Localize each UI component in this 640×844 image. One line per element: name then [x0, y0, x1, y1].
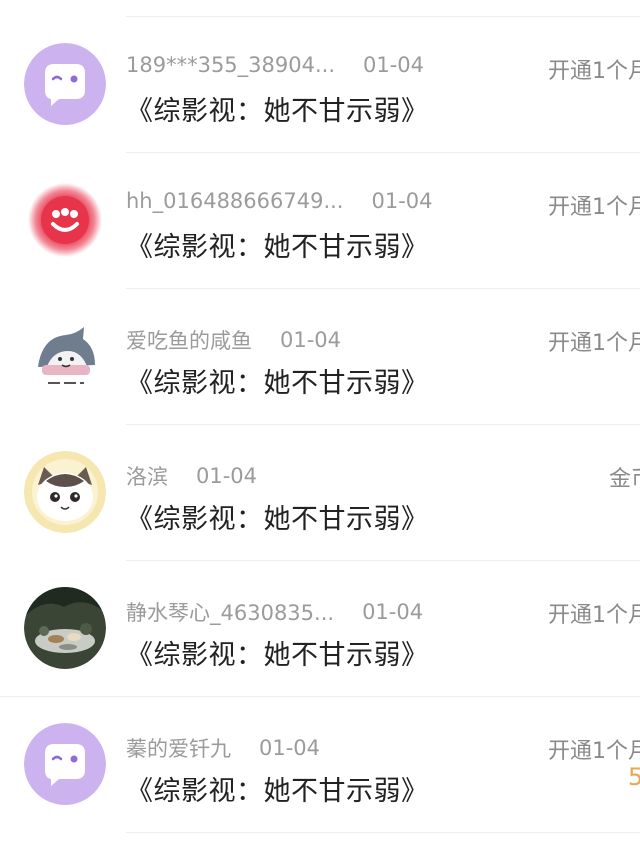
cat-avatar-icon: [24, 451, 106, 533]
date: 01-04: [362, 600, 424, 624]
list-item[interactable]: 爱吃鱼的咸鱼 01-04 《综影视：她不甘示弱》 开通1个月: [0, 289, 640, 425]
book-title: 《综影视：她不甘示弱》: [126, 368, 429, 399]
record-meta: 静水琴心_4630835... 01-04: [126, 597, 423, 627]
record-meta: 蓁的爱钎九 01-04: [126, 733, 320, 763]
username: 洛滨: [126, 465, 168, 489]
divider: [126, 832, 640, 833]
chat-bubble-avatar-icon: [24, 43, 106, 125]
action-label: 开通1个月: [548, 603, 640, 628]
book-title: 《综影视：她不甘示弱》: [126, 232, 429, 263]
action-label: 开通1个月: [548, 331, 640, 356]
username: 189***355_38904...: [126, 53, 335, 77]
username: 爱吃鱼的咸鱼: [126, 329, 252, 353]
username: hh_016488666749...: [126, 189, 344, 213]
action-label: 开通1个月: [548, 195, 640, 220]
record-meta: 189***355_38904... 01-04: [126, 53, 424, 77]
red-smiley-avatar-icon: [24, 179, 106, 261]
action-label: 开通1个月: [548, 739, 640, 764]
list-item[interactable]: 静水琴心_4630835... 01-04 《综影视：她不甘示弱》 开通1个月: [0, 561, 640, 697]
username: 静水琴心_4630835...: [126, 601, 335, 625]
action-label: 金币: [609, 467, 640, 492]
record-meta: hh_016488666749... 01-04: [126, 189, 433, 213]
username: 蓁的爱钎九: [126, 737, 231, 761]
date: 01-04: [196, 464, 258, 488]
list-item[interactable]: hh_016488666749... 01-04 《综影视：她不甘示弱》 开通1…: [0, 153, 640, 289]
book-title: 《综影视：她不甘示弱》: [126, 504, 429, 535]
book-title: 《综影视：她不甘示弱》: [126, 776, 429, 807]
date: 01-04: [280, 328, 342, 352]
record-meta: 爱吃鱼的咸鱼 01-04: [126, 325, 341, 355]
date: 01-04: [363, 53, 425, 77]
action-label: 开通1个月: [548, 59, 640, 84]
list-item[interactable]: 蓁的爱钎九 01-04 《综影视：她不甘示弱》 开通1个月 5: [0, 697, 640, 833]
date: 01-04: [371, 189, 433, 213]
book-title: 《综影视：她不甘示弱》: [126, 640, 429, 671]
book-title: 《综影视：她不甘示弱》: [126, 96, 429, 127]
list-item[interactable]: 189***355_38904... 01-04 《综影视：她不甘示弱》 开通1…: [0, 17, 640, 153]
date: 01-04: [259, 736, 321, 760]
extra-amount: 5: [628, 763, 640, 791]
chat-bubble-avatar-icon: [24, 723, 106, 805]
record-meta: 洛滨 01-04: [126, 461, 257, 491]
list-item[interactable]: 洛滨 01-04 《综影视：她不甘示弱》 金币: [0, 425, 640, 561]
shark-avatar-icon: [24, 315, 106, 397]
photo-avatar-icon: [24, 587, 106, 669]
